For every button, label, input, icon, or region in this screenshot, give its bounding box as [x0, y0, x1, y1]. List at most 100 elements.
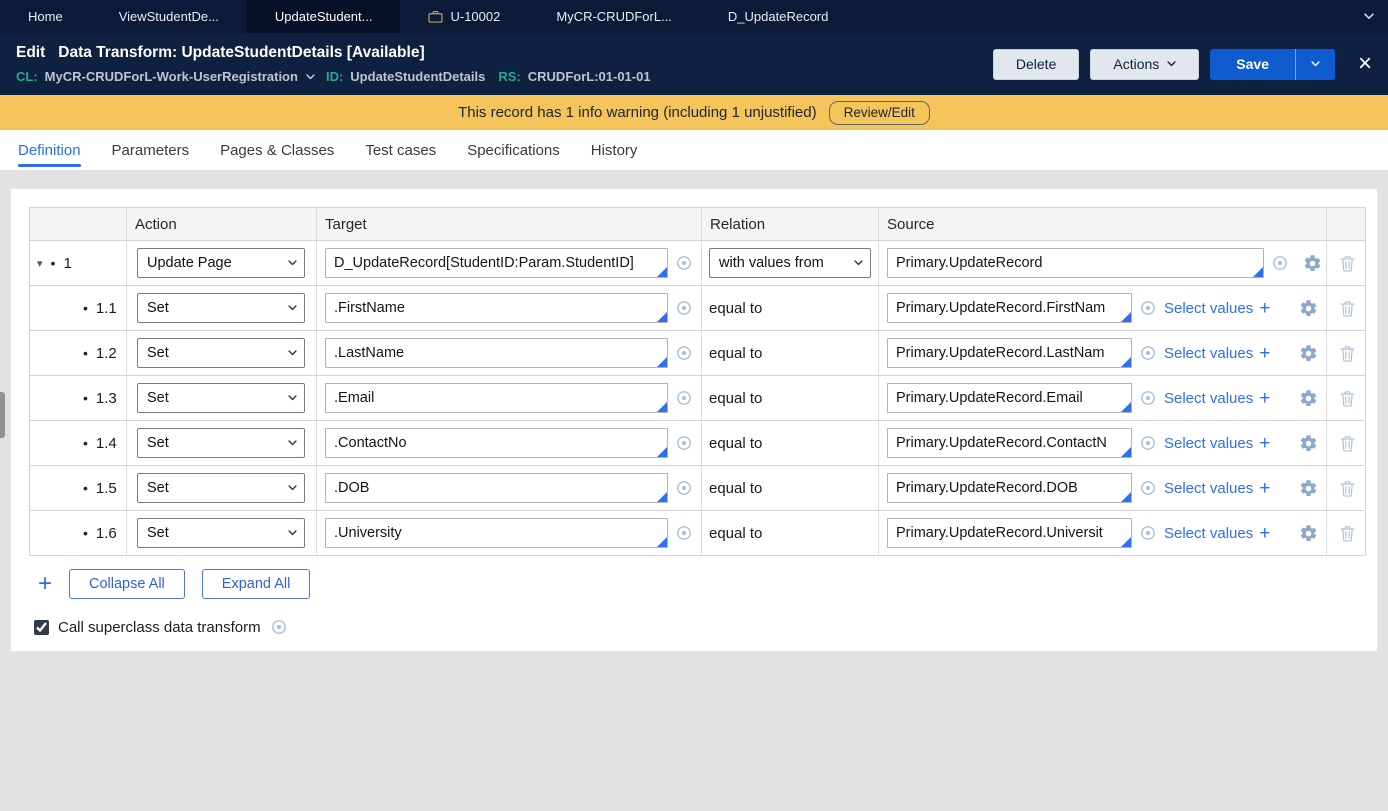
- select-values-link[interactable]: Select values+: [1164, 389, 1270, 408]
- source-input[interactable]: [887, 428, 1132, 458]
- gear-icon[interactable]: [1299, 344, 1318, 363]
- target-input[interactable]: [325, 518, 668, 548]
- target-picker-icon[interactable]: [675, 479, 693, 497]
- save-button[interactable]: Save: [1210, 49, 1295, 80]
- chevron-down-icon: [1167, 61, 1176, 67]
- source-picker-icon[interactable]: [1139, 479, 1157, 497]
- select-values-link[interactable]: Select values+: [1164, 524, 1270, 543]
- action-select[interactable]: Set: [137, 473, 305, 503]
- gear-icon[interactable]: [1299, 479, 1318, 498]
- table-row: • 1.5 Set equal to Select v: [30, 466, 1365, 511]
- tab-specifications[interactable]: Specifications: [467, 130, 560, 170]
- select-values-link[interactable]: Select values+: [1164, 299, 1270, 318]
- source-input[interactable]: [887, 293, 1132, 323]
- relation-select[interactable]: with values from: [709, 248, 871, 278]
- superclass-picker-icon[interactable]: [270, 618, 288, 636]
- trash-icon[interactable]: [1340, 300, 1355, 317]
- close-icon[interactable]: ×: [1358, 52, 1372, 76]
- row-number: 1.5: [96, 480, 117, 497]
- record-meta: CL: MyCR-CRUDForL-Work-UserRegistration …: [16, 69, 651, 84]
- delete-button[interactable]: Delete: [993, 49, 1079, 80]
- target-picker-icon[interactable]: [675, 389, 693, 407]
- gear-icon[interactable]: [1299, 524, 1318, 543]
- select-values-label: Select values: [1164, 390, 1253, 407]
- chevron-down-icon[interactable]: [1364, 0, 1374, 33]
- top-tab-home[interactable]: Home: [0, 0, 91, 33]
- source-picker-icon[interactable]: [1139, 344, 1157, 362]
- page-title: Edit Data Transform: UpdateStudentDetail…: [16, 44, 651, 62]
- chevron-down-icon: [288, 485, 297, 491]
- trash-icon[interactable]: [1340, 480, 1355, 497]
- trash-icon[interactable]: [1340, 435, 1355, 452]
- source-picker-icon[interactable]: [1139, 389, 1157, 407]
- relation-text: equal to: [709, 525, 762, 542]
- gear-icon[interactable]: [1299, 299, 1318, 318]
- top-tab-updatestudent-active[interactable]: UpdateStudent...: [247, 0, 401, 33]
- source-input[interactable]: [887, 248, 1264, 278]
- tab-pages-classes[interactable]: Pages & Classes: [220, 130, 334, 170]
- top-tab-case-u10002[interactable]: U-10002: [400, 0, 528, 33]
- top-tab-viewstudentdetails[interactable]: ViewStudentDe...: [91, 0, 247, 33]
- save-split-button: Save: [1210, 49, 1335, 80]
- source-input[interactable]: [887, 518, 1132, 548]
- tab-label: Pages & Classes: [220, 142, 334, 159]
- select-values-link[interactable]: Select values+: [1164, 479, 1270, 498]
- collapse-all-button[interactable]: Collapse All: [69, 569, 185, 599]
- select-values-link[interactable]: Select values+: [1164, 434, 1270, 453]
- tab-definition[interactable]: Definition: [18, 130, 81, 170]
- tab-history[interactable]: History: [591, 130, 638, 170]
- target-input[interactable]: [325, 293, 668, 323]
- action-select[interactable]: Set: [137, 338, 305, 368]
- top-tab-mycr-crudforl[interactable]: MyCR-CRUDForL...: [528, 0, 700, 33]
- target-input[interactable]: [325, 248, 668, 278]
- collapse-row-icon[interactable]: ▾: [37, 257, 43, 270]
- action-select-value: Set: [147, 300, 169, 316]
- source-picker-icon[interactable]: [1139, 434, 1157, 452]
- trash-icon[interactable]: [1340, 390, 1355, 407]
- superclass-checkbox[interactable]: [34, 620, 49, 635]
- gear-icon[interactable]: [1299, 389, 1318, 408]
- expand-all-button[interactable]: Expand All: [202, 569, 311, 599]
- target-input[interactable]: [325, 428, 668, 458]
- source-input[interactable]: [887, 338, 1132, 368]
- gear-icon[interactable]: [1299, 434, 1318, 453]
- target-picker-icon[interactable]: [675, 299, 693, 317]
- source-picker-icon[interactable]: [1271, 254, 1289, 272]
- review-edit-button[interactable]: Review/Edit: [829, 101, 930, 125]
- chevron-down-icon[interactable]: [306, 74, 315, 80]
- source-picker-icon[interactable]: [1139, 299, 1157, 317]
- save-dropdown-button[interactable]: [1295, 49, 1335, 80]
- source-picker-icon[interactable]: [1139, 524, 1157, 542]
- select-values-link[interactable]: Select values+: [1164, 344, 1270, 363]
- source-input[interactable]: [887, 473, 1132, 503]
- trash-icon[interactable]: [1340, 255, 1355, 272]
- source-input[interactable]: [887, 383, 1132, 413]
- trash-icon[interactable]: [1340, 345, 1355, 362]
- target-picker-icon[interactable]: [675, 434, 693, 452]
- plus-icon: +: [1259, 344, 1270, 363]
- tab-parameters[interactable]: Parameters: [112, 130, 190, 170]
- tab-test-cases[interactable]: Test cases: [365, 130, 436, 170]
- target-picker-icon[interactable]: [675, 254, 693, 272]
- actions-button[interactable]: Actions: [1090, 49, 1199, 80]
- action-select[interactable]: Set: [137, 428, 305, 458]
- relation-text: equal to: [709, 435, 762, 452]
- top-tab-d-updaterecord[interactable]: D_UpdateRecord: [700, 0, 856, 33]
- tab-label: Test cases: [365, 142, 436, 159]
- action-select[interactable]: Update Page: [137, 248, 305, 278]
- gear-icon[interactable]: [1303, 254, 1322, 273]
- table-row: ▾ • 1 Update Page with values from: [30, 241, 1365, 286]
- action-select[interactable]: Set: [137, 293, 305, 323]
- content-area: Action Target Relation Source ▾ • 1 Upda…: [0, 170, 1388, 652]
- target-input[interactable]: [325, 338, 668, 368]
- trash-icon[interactable]: [1340, 525, 1355, 542]
- target-picker-icon[interactable]: [675, 344, 693, 362]
- action-select[interactable]: Set: [137, 518, 305, 548]
- action-select[interactable]: Set: [137, 383, 305, 413]
- target-picker-icon[interactable]: [675, 524, 693, 542]
- target-input[interactable]: [325, 383, 668, 413]
- target-input[interactable]: [325, 473, 668, 503]
- left-scrollbar-nub[interactable]: [0, 392, 5, 438]
- add-row-icon[interactable]: +: [38, 572, 52, 596]
- warning-message: This record has 1 info warning (includin…: [458, 104, 817, 121]
